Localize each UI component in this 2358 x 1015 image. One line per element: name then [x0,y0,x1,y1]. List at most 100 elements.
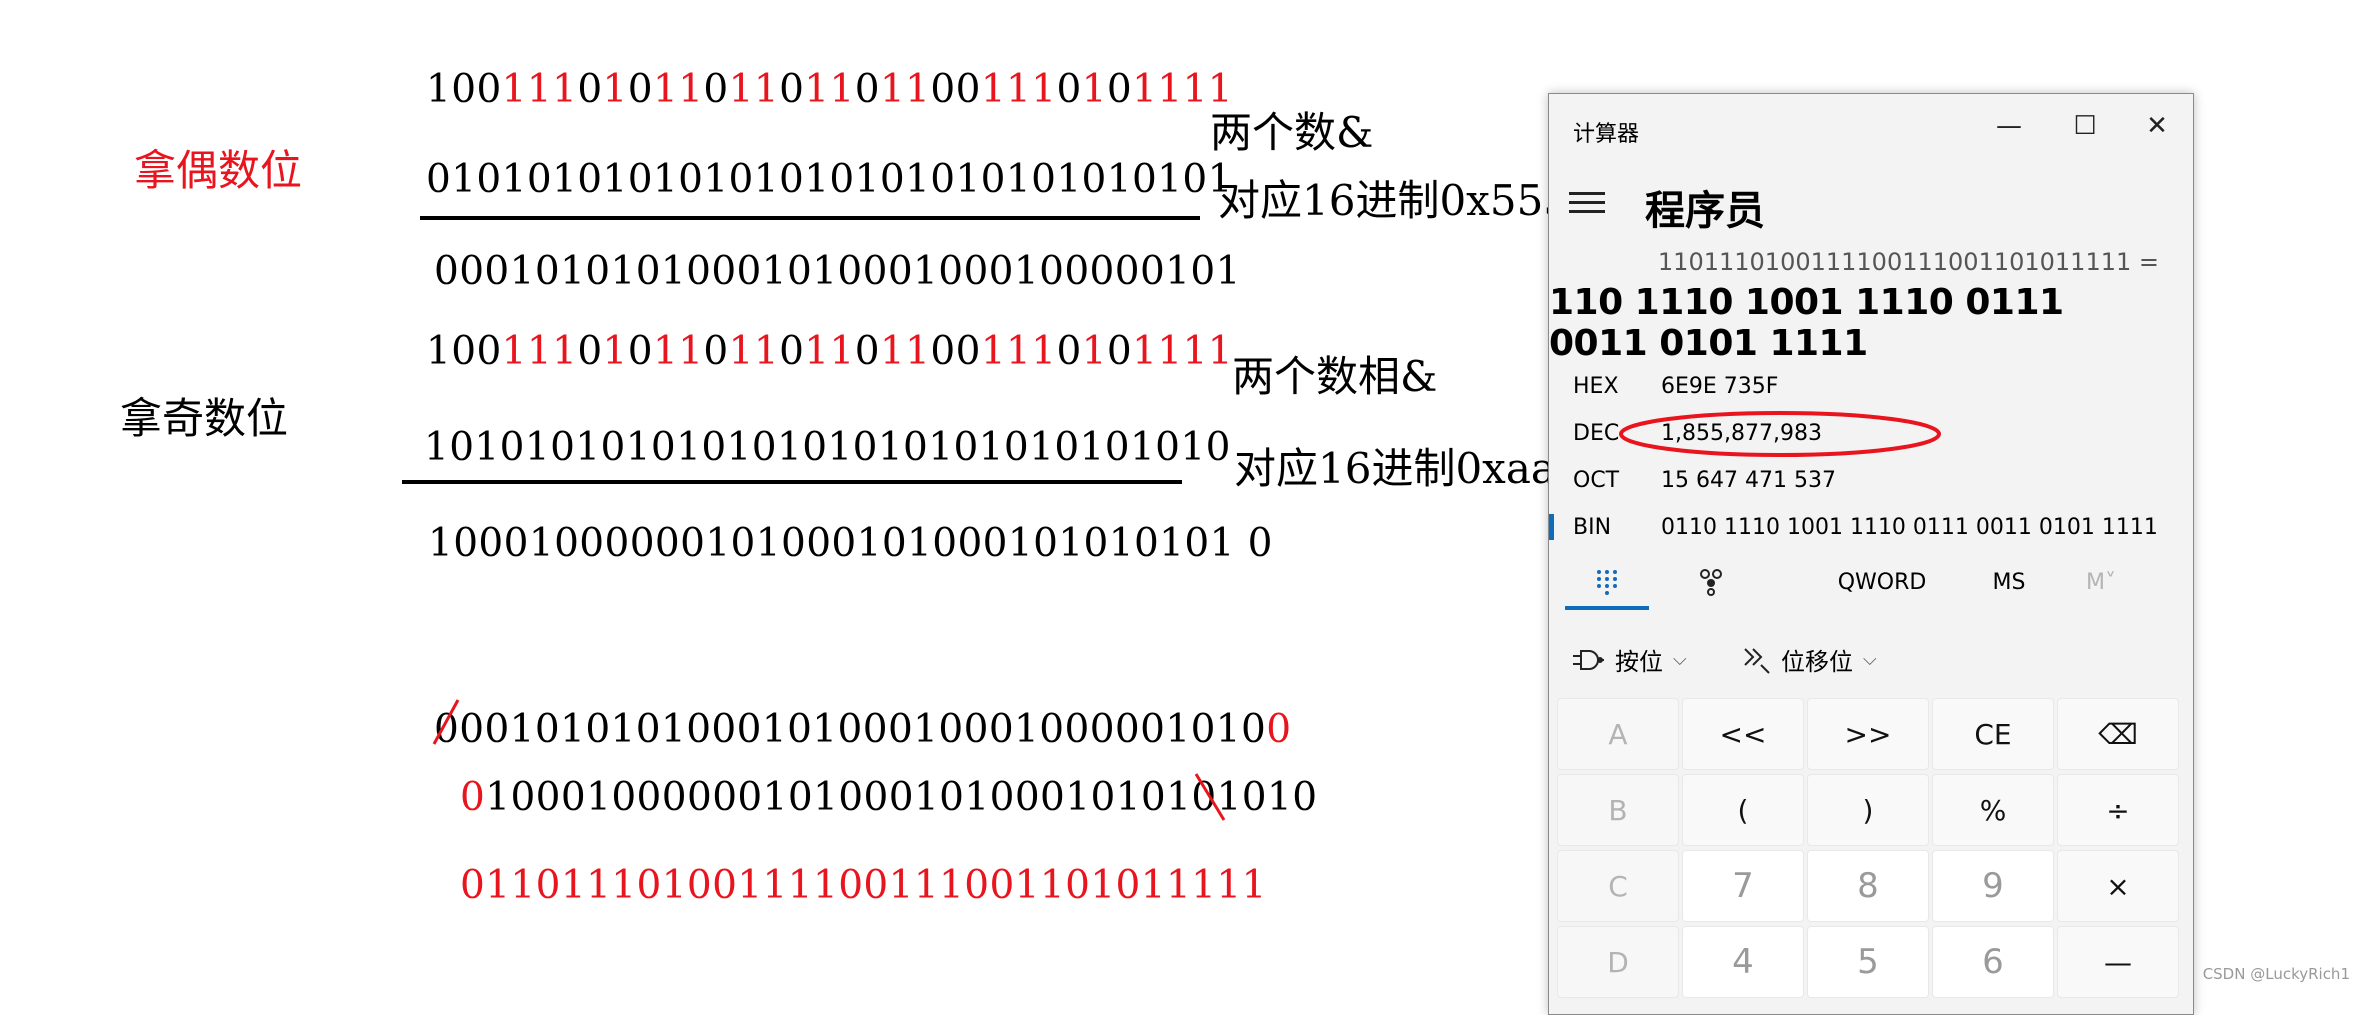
calculator-window[interactable]: 计算器 — ☐ ✕ 程序员 11011101001111001110011010… [1548,93,2194,1015]
bit-digit: 0 [930,329,956,374]
bit-digit: 1 [660,707,687,752]
bit-digit: 0 [560,775,587,820]
hamburger-menu-icon[interactable] [1569,186,1605,222]
odd-result-line: 10001000000101000101000101010101 0 [428,521,1273,566]
minimize-button[interactable]: — [1979,106,2039,146]
chevron-down-icon: ⌵ [1673,649,1687,670]
bit-digit: 1 [552,67,578,112]
tab-bit-toggle[interactable] [1659,546,1763,618]
bit-digit: 0 [711,707,737,752]
maximize-icon: ☐ [2073,111,2097,141]
bit-digit: 0 [1089,707,1115,752]
dec-value: 1,855,877,983 [1661,421,1822,446]
bit-digit: 1 [761,707,788,752]
bit-digit: 1 [1132,67,1158,112]
bit-digit: 1 [728,67,754,112]
bit-digit: 0 [686,707,712,752]
bitshift-dropdown[interactable]: 位移位 ⌵ [1741,642,1877,677]
maximize-button[interactable]: ☐ [2055,106,2115,146]
bit-digit: 0 [577,329,603,374]
key-6[interactable]: 6 [1932,926,2054,998]
bit-digit: 0 [661,775,687,820]
underline-2 [402,480,1182,484]
oct-row[interactable]: OCT 15 647 471 537 [1573,468,1836,493]
bit-digit: 0 [1064,707,1090,752]
bit-digit: 1 [829,329,855,374]
tab-m-down[interactable]: M˅ [2061,546,2141,618]
dec-label: DEC [1573,421,1620,446]
key-7[interactable]: 7 [1682,850,1804,922]
clear-entry-key[interactable]: CE [1932,698,2054,770]
window-title: 计算器 [1573,122,1640,147]
key-c[interactable]: C [1557,850,1679,922]
binary-number-line-1: 10011101011011011011001110101111 [426,70,1233,109]
expression-display: 1101110100111100111001101011111 = [1657,248,2159,276]
bit-digit: 1 [829,67,855,112]
tab-keypad[interactable] [1555,546,1659,618]
key-4[interactable]: 4 [1682,926,1804,998]
divide-key[interactable]: ÷ [2057,774,2179,846]
percent-key[interactable]: % [1932,774,2054,846]
bit-digit: 1 [879,67,906,112]
key-9[interactable]: 9 [1932,850,2054,922]
tab-ms[interactable]: MS [1969,546,2049,618]
calculator-tabs: QWORD MS M˅ [1549,546,2193,618]
bit-digit: 0 [1241,775,1267,820]
odd-bits-label: 拿奇数位 [120,394,289,443]
bit-digit: 0 [1266,707,1292,752]
bit-digit: 1 [913,775,940,820]
bit-digit: 0 [779,67,805,112]
bit-digit: 0 [703,329,729,374]
bit-digit: 0 [703,67,729,112]
bit-digit: 0 [534,707,561,752]
bit-digit: 0 [460,775,486,820]
bit-digit: 1 [728,329,754,374]
hex-value: 6E9E 735F [1661,374,1779,399]
oct-label: OCT [1573,468,1620,493]
bit-digit: 1 [602,329,628,374]
bit-digit: 0 [887,707,914,752]
bit-digit: 1 [426,329,452,374]
bit-digit: 1 [501,329,527,374]
bit-digit: 0 [484,707,510,752]
close-button[interactable]: ✕ [2127,106,2187,146]
multiply-key[interactable]: × [2057,850,2179,922]
bit-digit: 0 [989,775,1015,820]
dec-row[interactable]: DEC 1,855,877,983 [1573,421,1822,446]
open-paren-key[interactable]: ( [1682,774,1804,846]
bitwise-dropdown[interactable]: 按位 ⌵ [1571,642,1687,677]
bit-digit: 1 [1215,707,1241,752]
close-paren-key[interactable]: ) [1807,774,1929,846]
bit-digit: 0 [1140,707,1166,752]
hex-row[interactable]: HEX 6E9E 735F [1573,374,1778,399]
bit-digit: 0 [1292,775,1318,820]
bit-digit: 1 [1216,775,1242,820]
tab-qword[interactable]: QWORD [1807,546,1957,618]
key-a[interactable]: A [1557,698,1679,770]
key-8[interactable]: 8 [1807,850,1929,922]
backspace-key[interactable]: ⌫ [2057,698,2179,770]
bit-digit: 1 [1157,67,1183,112]
bit-digit: 0 [787,707,813,752]
shift-left-key[interactable]: << [1682,698,1804,770]
key-b[interactable]: B [1557,774,1679,846]
key-d[interactable]: D [1557,926,1679,998]
key-5[interactable]: 5 [1807,926,1929,998]
bit-digit: 0 [611,775,637,820]
bit-digit: 0 [854,67,880,112]
bit-digit: 0 [1190,707,1216,752]
bit-digit: 1 [980,329,1007,374]
bit-digit: 1 [586,775,612,820]
shift-right-key[interactable]: >> [1807,698,1929,770]
bit-digit: 1 [905,329,931,374]
bit-digit: 1 [804,67,830,112]
subtract-key[interactable]: — [2057,926,2179,998]
bit-digit: 1 [526,67,553,112]
bit-digit: 0 [635,707,661,752]
bit-digit: 0 [627,329,653,374]
shifted-right-line: 0100010000001010001010001010101010 [460,778,1317,817]
bit-digit: 0 [939,775,965,820]
bit-digit: 0 [930,67,956,112]
bit-digit: 0 [476,67,502,112]
bin-row[interactable]: BIN 0110 1110 1001 1110 0111 0011 0101 11… [1573,515,2158,540]
